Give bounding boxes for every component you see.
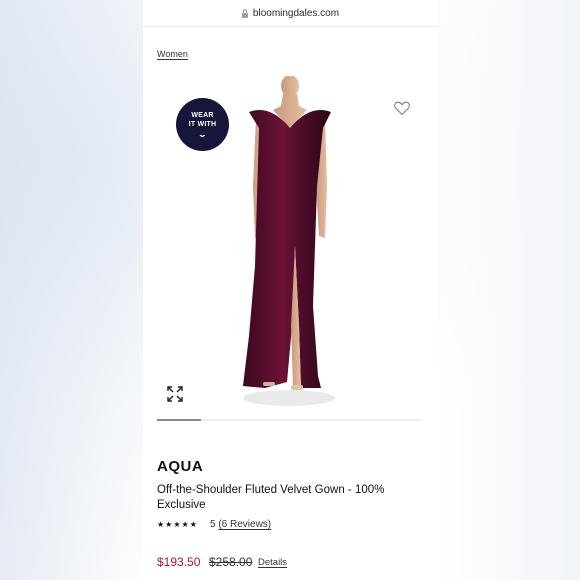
rating-summary: 5 (6 Reviews) [210, 519, 271, 530]
background-blur-right [438, 0, 580, 580]
product-title: Off-the-Shoulder Fluted Velvet Gown - 10… [157, 484, 385, 511]
lock-icon [241, 8, 248, 18]
expand-icon[interactable] [167, 386, 183, 402]
url-text: bloomingdales.com [252, 7, 340, 19]
mobile-page: bloomingdales.com Women WEAR IT WITH ⌄ A… [143, 0, 438, 580]
sale-price: $193.50 [157, 555, 201, 569]
product-brand[interactable]: AQUA [157, 458, 203, 475]
wear-it-with-button[interactable]: WEAR IT WITH ⌄ [176, 98, 229, 151]
price-details-link[interactable]: Details [258, 557, 287, 568]
star-rating-icons: ★★★★★ [157, 520, 198, 529]
chevron-down-icon: ⌄ [197, 129, 208, 139]
wear-it-with-line2: IT WITH [188, 120, 217, 128]
reviews-link[interactable]: (6 Reviews) [218, 519, 271, 530]
rating-value: 5 [210, 519, 216, 530]
wear-it-with-line1: WEAR [191, 111, 214, 119]
original-price: $258.00 [209, 555, 253, 569]
carousel-progress-thumb[interactable] [157, 419, 201, 421]
product-image [243, 76, 335, 406]
breadcrumb-women[interactable]: Women [157, 49, 188, 59]
background-blur-left [0, 0, 143, 580]
heart-icon[interactable] [393, 100, 411, 116]
address-bar[interactable]: bloomingdales.com [143, 0, 438, 27]
